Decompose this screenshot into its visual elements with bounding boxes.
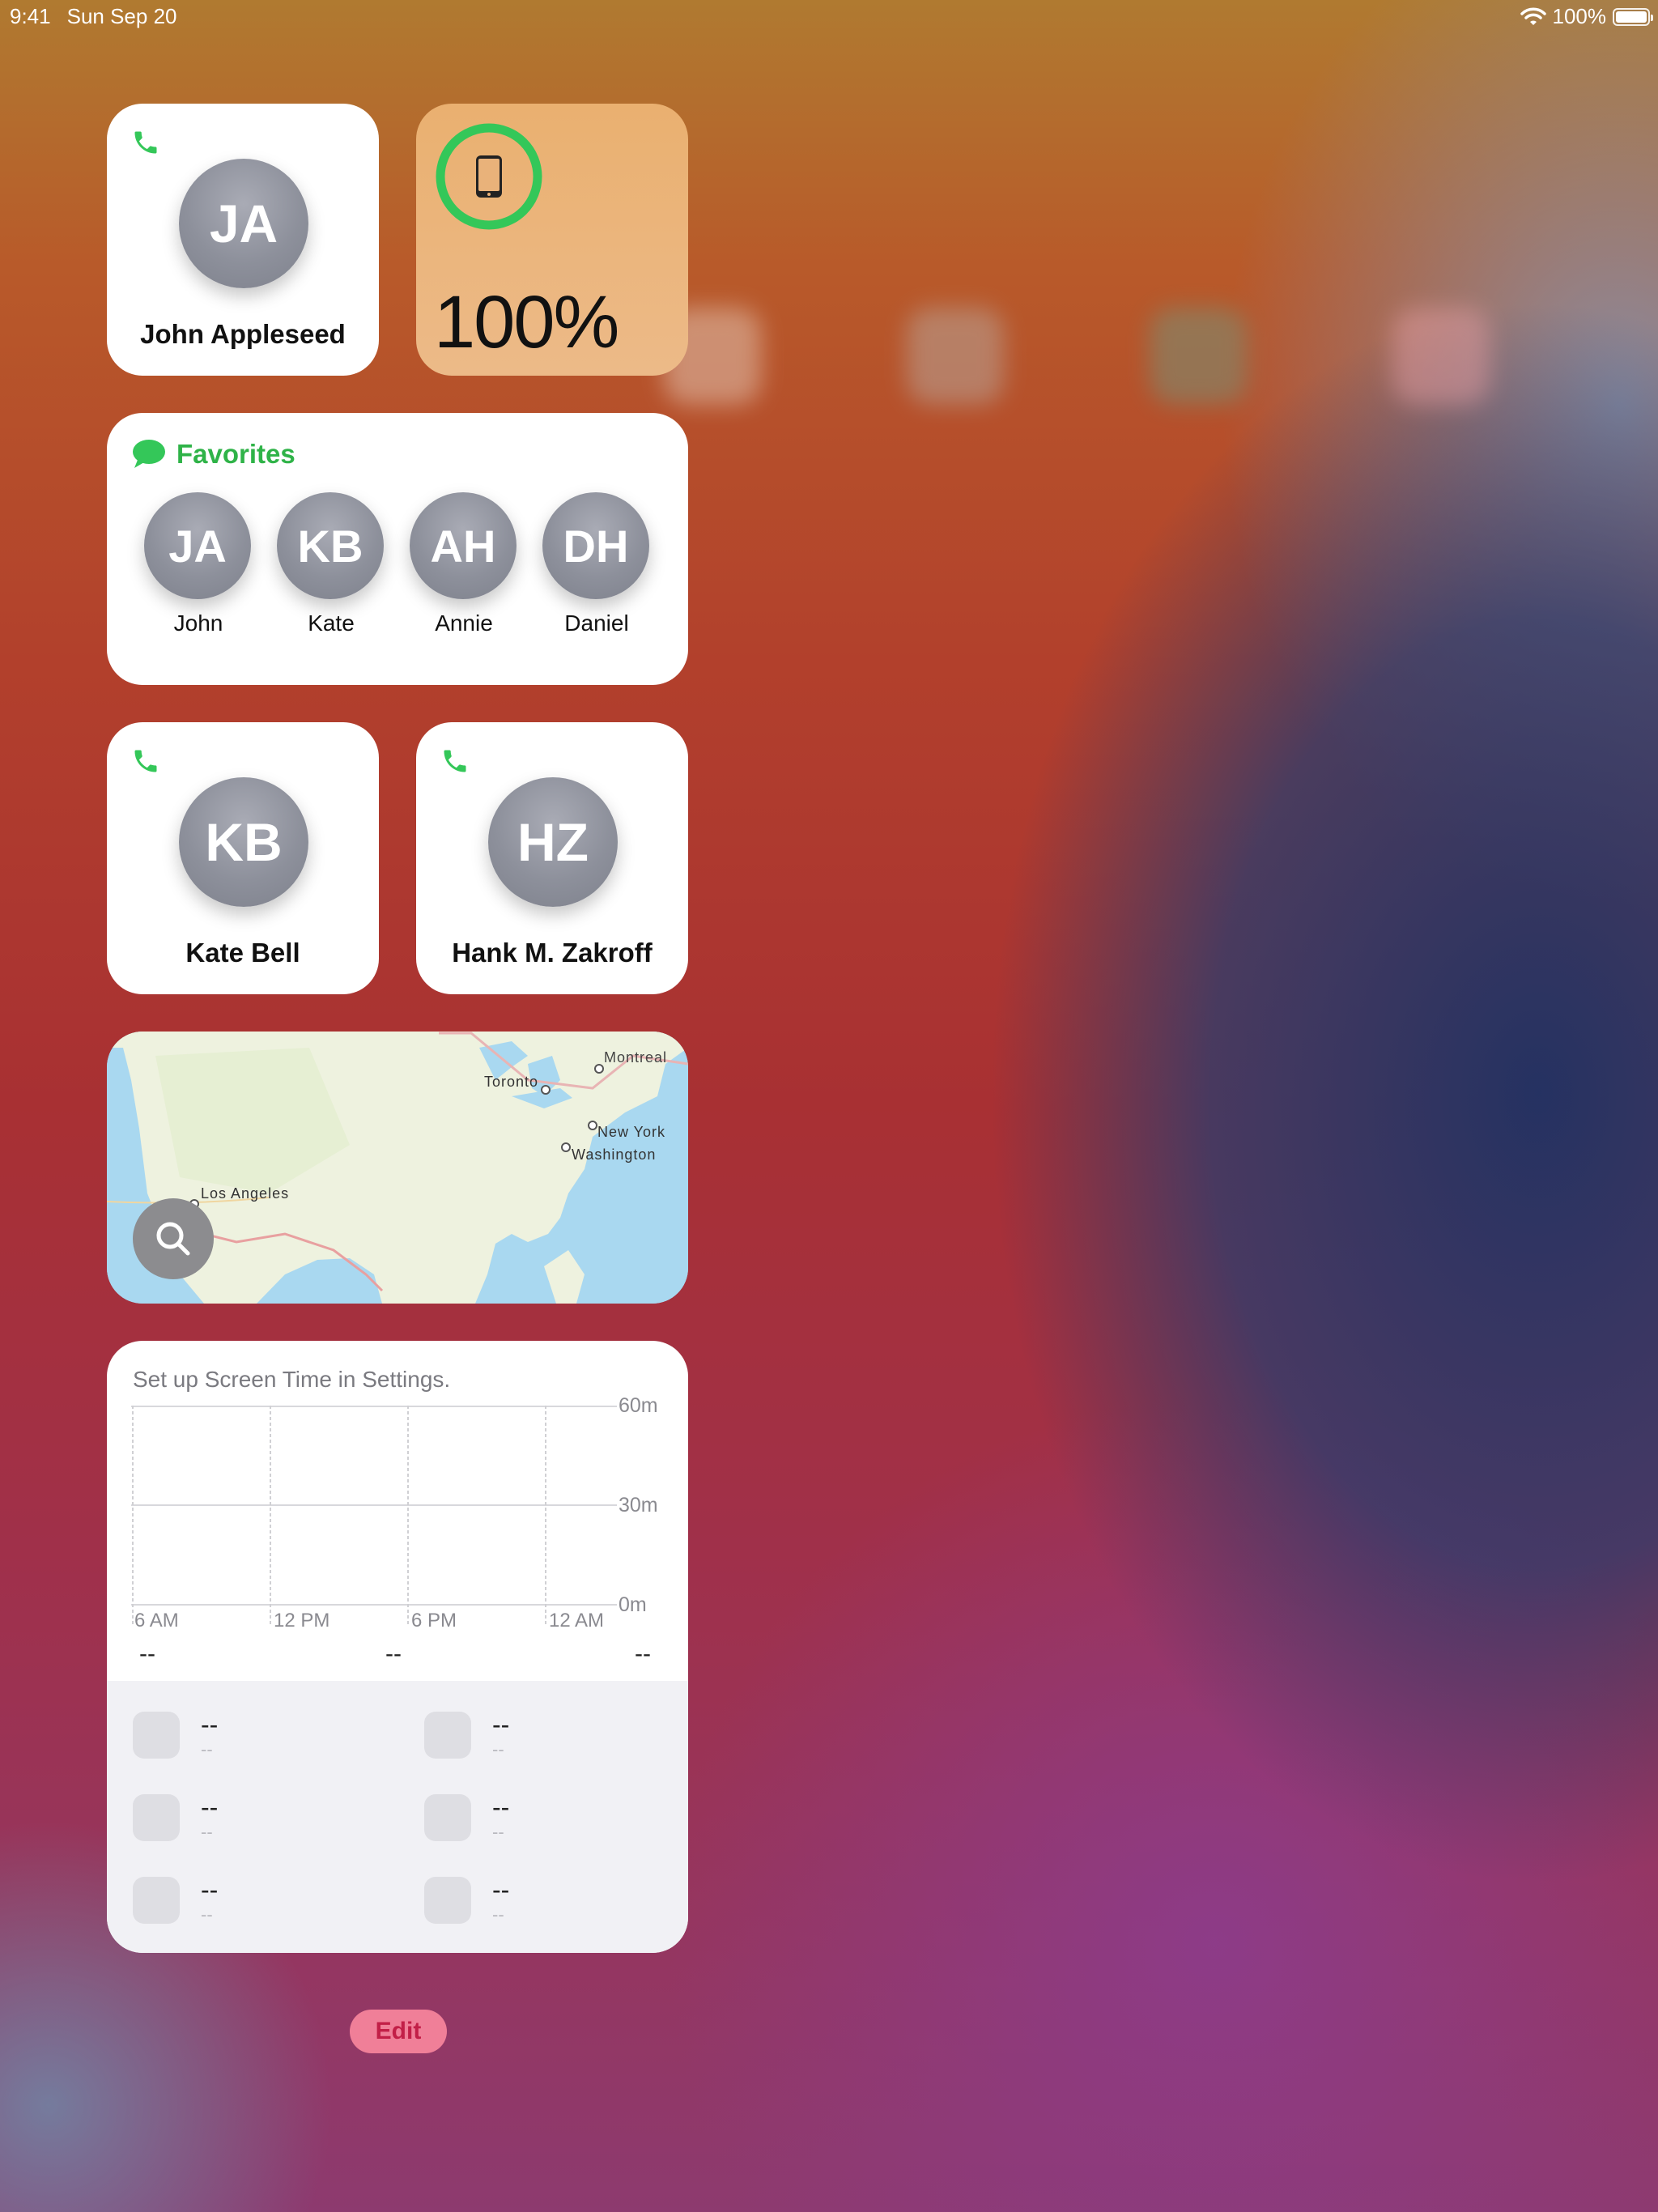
app-name: --	[201, 1793, 219, 1822]
app-time: --	[492, 1822, 504, 1842]
avatar: AH	[410, 492, 517, 599]
app-usage-row: -- --	[424, 1712, 509, 1762]
app-usage-row: -- --	[133, 1794, 218, 1844]
favorites-title: Favorites	[176, 439, 295, 469]
map-city-label: Washington	[572, 1146, 657, 1163]
map-city-label: Los Angeles	[201, 1185, 290, 1202]
avatar: HZ	[488, 777, 618, 907]
avatar: JA	[144, 492, 251, 599]
y-tick-label: 30m	[619, 1494, 658, 1516]
total-placeholder: --	[635, 1640, 651, 1667]
screen-time-message: Set up Screen Time in Settings.	[133, 1367, 451, 1392]
favorites-widget[interactable]: Favorites JA John KB Kate AH Annie DH Da…	[107, 413, 688, 685]
x-tick-label: 6 PM	[411, 1610, 457, 1631]
contact-widget-hank[interactable]: HZ Hank M. Zakroff	[416, 722, 688, 994]
batteries-widget[interactable]: 100%	[416, 104, 688, 376]
app-usage-row: -- --	[424, 1877, 509, 1927]
map-city-label: Montreal	[604, 1049, 668, 1066]
favorite-kate[interactable]: KB Kate	[277, 492, 385, 636]
avatar: JA	[179, 159, 308, 288]
magnifier-icon	[156, 1222, 190, 1256]
background-app-icon	[907, 308, 1004, 405]
app-icon-placeholder	[424, 1712, 471, 1759]
edit-button[interactable]: Edit	[350, 2010, 447, 2053]
message-bubble-icon	[133, 440, 165, 468]
app-name: --	[492, 1875, 510, 1904]
avatar: KB	[277, 492, 384, 599]
app-time: --	[201, 1822, 213, 1842]
map-search-button[interactable]	[133, 1198, 214, 1279]
app-time: --	[201, 1904, 213, 1925]
contact-name: Hank M. Zakroff	[452, 938, 653, 968]
app-name: --	[492, 1793, 510, 1822]
app-icon-placeholder	[133, 1877, 180, 1924]
y-tick-label: 60m	[619, 1394, 658, 1417]
favorite-label: Annie	[435, 610, 493, 636]
y-tick-label: 0m	[619, 1593, 647, 1616]
contact-name: John Appleseed	[140, 319, 346, 349]
background-app-icon	[1392, 308, 1490, 405]
screen-time-grid	[131, 1406, 617, 1624]
contact-name: Kate Bell	[185, 938, 300, 968]
app-icon-placeholder	[424, 1794, 471, 1841]
app-usage-row: -- --	[424, 1794, 509, 1844]
maps-widget[interactable]: Montreal Toronto New York Washington Los…	[107, 1032, 688, 1304]
total-placeholder: --	[139, 1640, 155, 1667]
phone-icon	[134, 750, 157, 772]
total-placeholder: --	[385, 1640, 402, 1667]
phone-icon	[134, 131, 157, 154]
app-name: --	[201, 1875, 219, 1904]
app-name: --	[492, 1710, 510, 1739]
avatar: DH	[542, 492, 649, 599]
favorite-daniel[interactable]: DH Daniel	[542, 492, 651, 636]
battery-percent: 100%	[1552, 4, 1607, 28]
wifi-icon	[1520, 7, 1546, 25]
x-tick-label: 12 AM	[549, 1610, 605, 1631]
phone-icon	[444, 750, 466, 772]
map-city-label: New York	[597, 1124, 666, 1140]
map-city-label: Toronto	[484, 1074, 539, 1090]
x-tick-label: 6 AM	[134, 1610, 179, 1631]
contact-widget-john[interactable]: JA John Appleseed	[107, 104, 379, 376]
app-time: --	[201, 1739, 213, 1759]
favorite-label: John	[173, 610, 223, 636]
app-icon-placeholder	[133, 1794, 180, 1841]
app-usage-row: -- --	[133, 1712, 218, 1762]
favorite-annie[interactable]: AH Annie	[410, 492, 518, 636]
battery-icon	[1613, 7, 1653, 26]
status-date: Sun Sep 20	[66, 4, 177, 28]
favorite-label: Kate	[308, 610, 355, 636]
app-usage-list: -- -- -- -- -- -- -- -- -- -- -- --	[107, 1681, 688, 1953]
ipad-icon	[476, 155, 502, 198]
favorite-john[interactable]: JA John	[144, 492, 253, 636]
app-time: --	[492, 1739, 504, 1759]
app-usage-row: -- --	[133, 1877, 218, 1927]
app-icon-placeholder	[424, 1877, 471, 1924]
battery-level: 100%	[434, 281, 619, 364]
app-icon-placeholder	[133, 1712, 180, 1759]
status-bar: 9:41 Sun Sep 20 100%	[0, 0, 1658, 32]
app-time: --	[492, 1904, 504, 1925]
x-tick-label: 12 PM	[274, 1610, 330, 1631]
status-time: 9:41	[10, 4, 51, 28]
background-app-icon	[1150, 308, 1247, 405]
avatar: KB	[179, 777, 308, 907]
screen-time-widget[interactable]: Set up Screen Time in Settings. 60m 30m …	[107, 1341, 688, 1953]
app-name: --	[201, 1710, 219, 1739]
favorite-label: Daniel	[564, 610, 629, 636]
contact-widget-kate[interactable]: KB Kate Bell	[107, 722, 379, 994]
